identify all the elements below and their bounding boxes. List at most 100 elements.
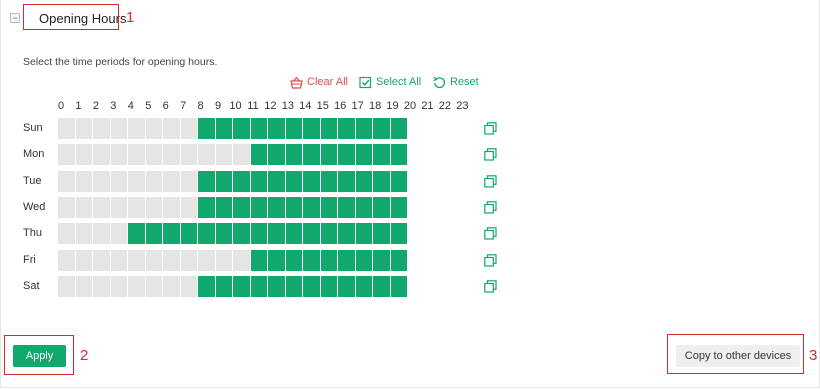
hour-cell[interactable] — [58, 144, 76, 165]
hour-cell[interactable] — [128, 250, 146, 271]
hour-cell[interactable] — [268, 144, 286, 165]
hour-cell[interactable] — [338, 171, 356, 192]
hour-cell[interactable] — [268, 276, 286, 297]
hour-cell[interactable] — [146, 250, 163, 271]
hour-cell[interactable] — [76, 250, 93, 271]
hour-cell[interactable] — [390, 197, 408, 218]
hour-cell[interactable] — [58, 197, 76, 218]
hour-cell[interactable] — [146, 197, 163, 218]
hour-cell[interactable] — [338, 223, 356, 244]
schedule-row-wed[interactable] — [58, 197, 408, 218]
hour-cell[interactable] — [390, 276, 408, 297]
hour-cell[interactable] — [250, 118, 268, 139]
hour-cell[interactable] — [233, 276, 251, 297]
copy-icon[interactable] — [484, 280, 497, 293]
hour-cell[interactable] — [390, 171, 408, 192]
hour-cell[interactable] — [58, 118, 76, 139]
hour-cell[interactable] — [303, 197, 321, 218]
hour-cell[interactable] — [285, 171, 303, 192]
clear-all-button[interactable]: Clear All — [290, 74, 348, 90]
hour-cell[interactable] — [215, 276, 233, 297]
hour-cell[interactable] — [198, 197, 216, 218]
hour-cell[interactable] — [373, 144, 391, 165]
hour-cell[interactable] — [76, 171, 93, 192]
schedule-row-tue[interactable] — [58, 171, 408, 192]
schedule-row-mon[interactable] — [58, 144, 408, 165]
hour-cell[interactable] — [163, 144, 181, 165]
hour-cell[interactable] — [233, 223, 251, 244]
hour-cell[interactable] — [373, 171, 391, 192]
hour-cell[interactable] — [198, 250, 216, 271]
hour-cell[interactable] — [390, 250, 408, 271]
copy-icon[interactable] — [484, 175, 497, 188]
hour-cell[interactable] — [233, 250, 251, 271]
hour-cell[interactable] — [338, 144, 356, 165]
hour-cell[interactable] — [285, 144, 303, 165]
collapse-button[interactable]: − — [10, 13, 20, 23]
hour-cell[interactable] — [268, 197, 286, 218]
hour-cell[interactable] — [215, 171, 233, 192]
hour-cell[interactable] — [163, 276, 181, 297]
hour-cell[interactable] — [146, 276, 163, 297]
hour-cell[interactable] — [128, 118, 146, 139]
hour-cell[interactable] — [373, 223, 391, 244]
hour-cell[interactable] — [181, 197, 198, 218]
hour-cell[interactable] — [111, 144, 128, 165]
hour-cell[interactable] — [303, 250, 321, 271]
schedule-row-fri[interactable] — [58, 250, 408, 271]
hour-cell[interactable] — [338, 250, 356, 271]
hour-cell[interactable] — [58, 223, 76, 244]
hour-cell[interactable] — [320, 171, 338, 192]
hour-cell[interactable] — [303, 276, 321, 297]
hour-cell[interactable] — [373, 197, 391, 218]
hour-cell[interactable] — [93, 171, 111, 192]
hour-cell[interactable] — [320, 250, 338, 271]
hour-cell[interactable] — [181, 250, 198, 271]
hour-cell[interactable] — [58, 276, 76, 297]
hour-cell[interactable] — [355, 276, 373, 297]
copy-icon[interactable] — [484, 122, 497, 135]
copy-icon[interactable] — [484, 227, 497, 240]
hour-cell[interactable] — [390, 223, 408, 244]
hour-cell[interactable] — [198, 276, 216, 297]
hour-cell[interactable] — [355, 144, 373, 165]
hour-cell[interactable] — [338, 118, 356, 139]
hour-cell[interactable] — [215, 223, 233, 244]
hour-cell[interactable] — [233, 144, 251, 165]
hour-cell[interactable] — [268, 118, 286, 139]
hour-cell[interactable] — [303, 223, 321, 244]
hour-cell[interactable] — [146, 144, 163, 165]
hour-cell[interactable] — [303, 171, 321, 192]
hour-cell[interactable] — [163, 171, 181, 192]
hour-cell[interactable] — [250, 144, 268, 165]
hour-cell[interactable] — [355, 197, 373, 218]
hour-cell[interactable] — [338, 197, 356, 218]
hour-cell[interactable] — [76, 223, 93, 244]
hour-cell[interactable] — [93, 197, 111, 218]
hour-cell[interactable] — [181, 276, 198, 297]
reset-button[interactable]: Reset — [433, 74, 479, 90]
schedule-row-sun[interactable] — [58, 118, 408, 139]
hour-cell[interactable] — [355, 223, 373, 244]
hour-cell[interactable] — [320, 223, 338, 244]
hour-cell[interactable] — [93, 250, 111, 271]
hour-cell[interactable] — [216, 250, 233, 271]
apply-button[interactable]: Apply — [13, 345, 66, 367]
hour-cell[interactable] — [355, 171, 373, 192]
hour-cell[interactable] — [355, 250, 373, 271]
hour-cell[interactable] — [181, 118, 198, 139]
hour-cell[interactable] — [128, 197, 146, 218]
hour-cell[interactable] — [76, 197, 93, 218]
hour-cell[interactable] — [250, 250, 268, 271]
hour-cell[interactable] — [128, 171, 146, 192]
hour-cell[interactable] — [268, 250, 286, 271]
hour-cell[interactable] — [163, 118, 181, 139]
hour-cell[interactable] — [93, 118, 111, 139]
hour-cell[interactable] — [111, 171, 128, 192]
hour-cell[interactable] — [111, 223, 128, 244]
hour-cell[interactable] — [216, 144, 233, 165]
hour-cell[interactable] — [128, 223, 146, 244]
hour-cell[interactable] — [76, 118, 93, 139]
hour-cell[interactable] — [128, 144, 146, 165]
hour-cell[interactable] — [111, 118, 128, 139]
